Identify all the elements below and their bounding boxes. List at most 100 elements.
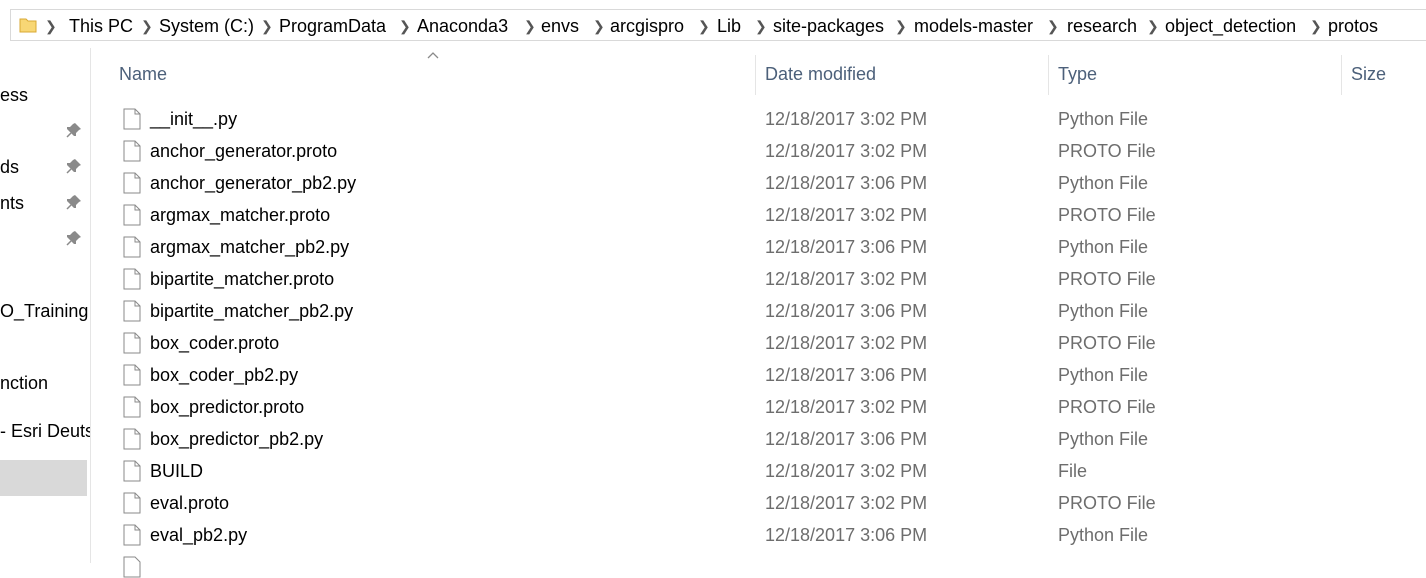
chevron-right-icon[interactable]: ❯ xyxy=(524,15,536,37)
column-divider[interactable] xyxy=(1341,55,1342,95)
column-header-name[interactable]: Name xyxy=(119,63,167,85)
table-row[interactable]: eval_pb2.py 12/18/2017 3:06 PM Python File xyxy=(0,520,1426,552)
table-row[interactable]: box_predictor.proto 12/18/2017 3:02 PM PRO… xyxy=(0,392,1426,424)
nav-item-quick-access[interactable]: ess xyxy=(0,84,28,106)
file-type: Python File xyxy=(1058,237,1149,257)
table-row[interactable]: BUILD 12/18/2017 3:02 PM File xyxy=(0,456,1426,488)
file-date-modified: 12/18/2017 3:02 PM xyxy=(765,461,928,481)
file-icon[interactable] xyxy=(123,556,141,578)
file-icon xyxy=(123,172,141,194)
chevron-right-icon[interactable]: ❯ xyxy=(1047,15,1059,37)
table-row[interactable]: anchor_generator.proto 12/18/2017 3:02 PM… xyxy=(0,136,1426,168)
file-date-modified: 12/18/2017 3:02 PM xyxy=(765,205,928,225)
column-divider[interactable] xyxy=(1048,55,1049,95)
breadcrumb-anaconda3[interactable]: Anaconda3 xyxy=(417,15,508,37)
file-name: box_coder.proto xyxy=(150,333,280,353)
file-name: bipartite_matcher_pb2.py xyxy=(150,301,354,321)
file-name: box_predictor_pb2.py xyxy=(150,429,324,449)
file-type: Python File xyxy=(1058,429,1149,449)
file-icon xyxy=(123,428,141,450)
file-icon xyxy=(123,300,141,322)
file-icon xyxy=(123,396,141,418)
table-row[interactable]: box_coder_pb2.py 12/18/2017 3:06 PM Python… xyxy=(0,360,1426,392)
file-icon xyxy=(123,492,141,514)
table-row[interactable]: eval.proto 12/18/2017 3:02 PM PROTO File xyxy=(0,488,1426,520)
file-name: eval_pb2.py xyxy=(150,525,248,545)
breadcrumb-system-c[interactable]: System (C:) xyxy=(159,15,254,37)
file-icon xyxy=(123,236,141,258)
file-date-modified: 12/18/2017 3:06 PM xyxy=(765,365,928,385)
file-type: PROTO File xyxy=(1058,205,1156,225)
file-type: PROTO File xyxy=(1058,397,1156,417)
column-divider[interactable] xyxy=(755,55,756,95)
table-row[interactable]: box_coder.proto 12/18/2017 3:02 PM PROTO F… xyxy=(0,328,1426,360)
table-row[interactable]: anchor_generator_pb2.py 12/18/2017 3:06 P… xyxy=(0,168,1426,200)
file-icon xyxy=(123,140,141,162)
file-date-modified: 12/18/2017 3:02 PM xyxy=(765,493,928,513)
chevron-right-icon[interactable]: ❯ xyxy=(399,15,411,37)
file-name: argmax_matcher.proto xyxy=(150,205,331,225)
column-header-size[interactable]: Size xyxy=(1351,63,1386,85)
file-date-modified: 12/18/2017 3:06 PM xyxy=(765,301,928,321)
file-name: anchor_generator.proto xyxy=(150,141,338,161)
file-icon xyxy=(123,332,141,354)
file-type: PROTO File xyxy=(1058,333,1156,353)
breadcrumb-arcgispro[interactable]: arcgispro xyxy=(610,15,684,37)
table-row[interactable]: box_predictor_pb2.py 12/18/2017 3:06 PM Py… xyxy=(0,424,1426,456)
address-bar[interactable]: ❯ This PC ❯ System (C:) ❯ ProgramData ❯ … xyxy=(10,9,1426,41)
file-name: box_predictor.proto xyxy=(150,397,305,417)
chevron-right-icon[interactable]: ❯ xyxy=(698,15,710,37)
breadcrumb-research[interactable]: research xyxy=(1067,15,1137,37)
file-name: BUILD xyxy=(150,461,204,481)
file-type: PROTO File xyxy=(1058,269,1156,289)
file-name: __init__.py xyxy=(150,109,238,129)
chevron-right-icon[interactable]: ❯ xyxy=(141,15,153,37)
chevron-right-icon[interactable]: ❯ xyxy=(593,15,605,37)
column-header-date[interactable]: Date modified xyxy=(765,63,876,85)
file-icon xyxy=(123,204,141,226)
chevron-right-icon[interactable]: ❯ xyxy=(261,15,273,37)
table-row[interactable]: argmax_matcher_pb2.py 12/18/2017 3:06 PM P… xyxy=(0,232,1426,264)
file-date-modified: 12/18/2017 3:02 PM xyxy=(765,397,928,417)
file-icon xyxy=(123,460,141,482)
file-name: eval.proto xyxy=(150,493,230,513)
file-date-modified: 12/18/2017 3:02 PM xyxy=(765,269,928,289)
breadcrumb-envs[interactable]: envs xyxy=(541,15,579,37)
breadcrumb-object-detection[interactable]: object_detection xyxy=(1165,15,1296,37)
breadcrumb-lib[interactable]: Lib xyxy=(717,15,741,37)
file-name: bipartite_matcher.proto xyxy=(150,269,335,289)
file-date-modified: 12/18/2017 3:06 PM xyxy=(765,525,928,545)
chevron-right-icon[interactable]: ❯ xyxy=(1310,15,1322,37)
breadcrumb-site-packages[interactable]: site-packages xyxy=(773,15,884,37)
file-name: box_coder_pb2.py xyxy=(150,365,299,385)
column-header-type[interactable]: Type xyxy=(1058,63,1097,85)
breadcrumb-protos[interactable]: protos xyxy=(1328,15,1378,37)
file-type: Python File xyxy=(1058,109,1149,129)
file-type: Python File xyxy=(1058,301,1149,321)
table-row[interactable]: __init__.py 12/18/2017 3:02 PM Python File xyxy=(0,104,1426,136)
file-date-modified: 12/18/2017 3:02 PM xyxy=(765,333,928,353)
file-icon xyxy=(123,108,141,130)
file-type: PROTO File xyxy=(1058,141,1156,161)
file-type: Python File xyxy=(1058,525,1149,545)
table-row[interactable]: bipartite_matcher.proto 12/18/2017 3:02 P… xyxy=(0,264,1426,296)
file-type: Python File xyxy=(1058,173,1149,193)
table-row[interactable]: bipartite_matcher_pb2.py 12/18/2017 3:06 … xyxy=(0,296,1426,328)
breadcrumb-models-master[interactable]: models-master xyxy=(914,15,1033,37)
file-name: argmax_matcher_pb2.py xyxy=(150,237,350,257)
file-icon xyxy=(123,364,141,386)
chevron-right-icon[interactable]: ❯ xyxy=(895,15,907,37)
chevron-right-icon[interactable]: ❯ xyxy=(1147,15,1159,37)
chevron-right-icon[interactable]: ❯ xyxy=(45,15,57,37)
file-date-modified: 12/18/2017 3:06 PM xyxy=(765,429,928,449)
chevron-right-icon[interactable]: ❯ xyxy=(755,15,767,37)
breadcrumb-this-pc[interactable]: This PC xyxy=(69,15,133,37)
folder-icon xyxy=(19,18,37,33)
file-icon xyxy=(123,268,141,290)
file-type: PROTO File xyxy=(1058,493,1156,513)
file-date-modified: 12/18/2017 3:06 PM xyxy=(765,237,928,257)
file-icon xyxy=(123,524,141,546)
breadcrumb-programdata[interactable]: ProgramData xyxy=(279,15,386,37)
table-row[interactable]: argmax_matcher.proto 12/18/2017 3:02 PM PR… xyxy=(0,200,1426,232)
file-name: anchor_generator_pb2.py xyxy=(150,173,357,193)
